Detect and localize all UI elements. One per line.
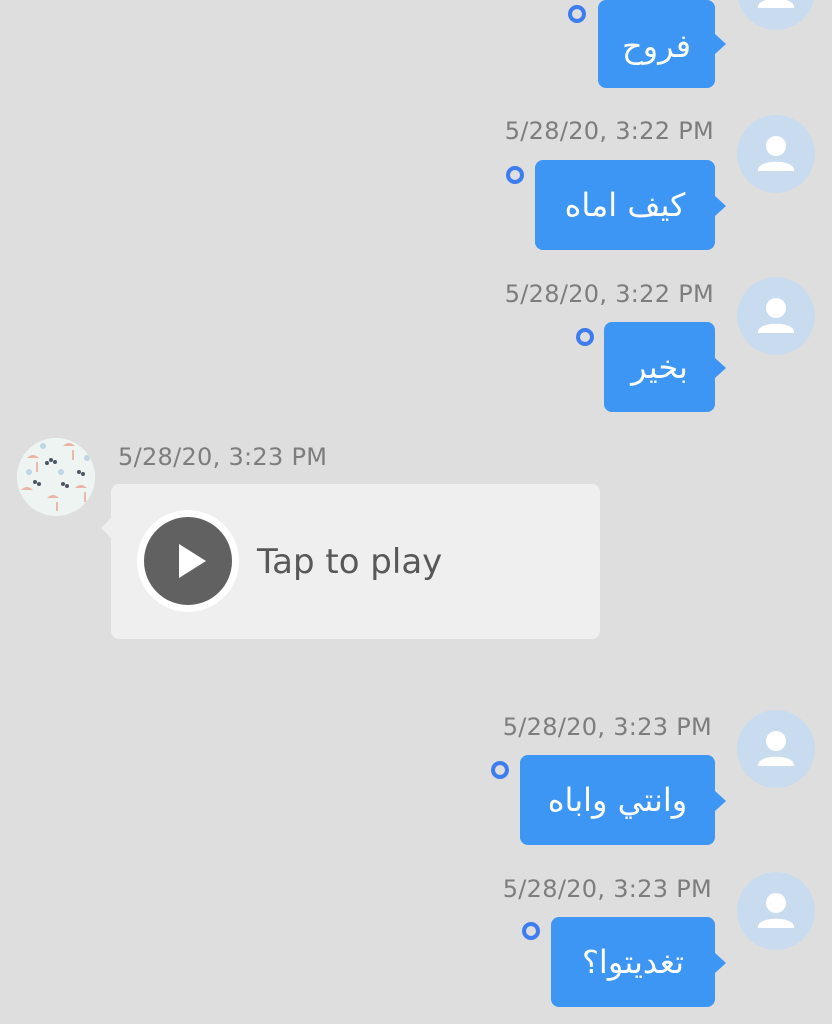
message-row: فروح	[0, 0, 832, 100]
message-text: بخير	[631, 348, 688, 386]
chat-conversation[interactable]: فروح 5/28/20, 3:22 PM كيف اماه 5/28/20, …	[0, 0, 832, 1024]
play-button[interactable]	[137, 510, 239, 612]
bubble-tail	[715, 953, 726, 973]
message-text: كيف اماه	[564, 186, 686, 224]
play-icon	[179, 544, 206, 578]
voice-message-bubble[interactable]: Tap to play	[101, 484, 600, 639]
user-silhouette-icon	[758, 731, 794, 766]
user-silhouette-icon	[758, 136, 794, 171]
sent-status-icon	[576, 328, 594, 346]
my-avatar[interactable]	[737, 872, 815, 950]
my-avatar[interactable]	[737, 710, 815, 788]
bubble-tail	[715, 358, 726, 378]
message-timestamp: 5/28/20, 3:22 PM	[504, 280, 714, 308]
my-avatar[interactable]	[737, 0, 815, 30]
sent-status-icon	[568, 5, 586, 23]
message-text: وانتي واباه	[547, 781, 688, 819]
sent-status-icon	[522, 922, 540, 940]
message-bubble[interactable]: كيف اماه	[535, 160, 726, 250]
message-bubble[interactable]: فروح	[598, 0, 726, 88]
voice-message-label[interactable]: Tap to play	[257, 542, 442, 582]
message-bubble[interactable]: وانتي واباه	[520, 755, 726, 845]
message-timestamp: 5/28/20, 3:22 PM	[504, 117, 714, 145]
user-silhouette-icon	[758, 0, 794, 8]
message-bubble[interactable]: بخير	[604, 322, 726, 412]
bubble-tail	[715, 791, 726, 811]
message-timestamp: 5/28/20, 3:23 PM	[502, 875, 712, 903]
message-timestamp: 5/28/20, 3:23 PM	[118, 443, 328, 471]
flamingo-pattern-avatar-icon	[17, 438, 95, 516]
bubble-tail	[101, 518, 111, 538]
message-text: فروح	[621, 27, 692, 65]
sent-status-icon	[491, 761, 509, 779]
message-bubble[interactable]: تغديتوا؟	[551, 917, 726, 1007]
my-avatar[interactable]	[737, 115, 815, 193]
my-avatar[interactable]	[737, 277, 815, 355]
message-text: تغديتوا؟	[581, 943, 685, 981]
bubble-tail	[715, 196, 726, 216]
message-timestamp: 5/28/20, 3:23 PM	[502, 713, 712, 741]
contact-avatar[interactable]	[17, 438, 95, 516]
play-button-circle	[144, 517, 232, 605]
user-silhouette-icon	[758, 298, 794, 333]
sent-status-icon	[506, 166, 524, 184]
bubble-tail	[715, 34, 726, 54]
user-silhouette-icon	[758, 893, 794, 928]
